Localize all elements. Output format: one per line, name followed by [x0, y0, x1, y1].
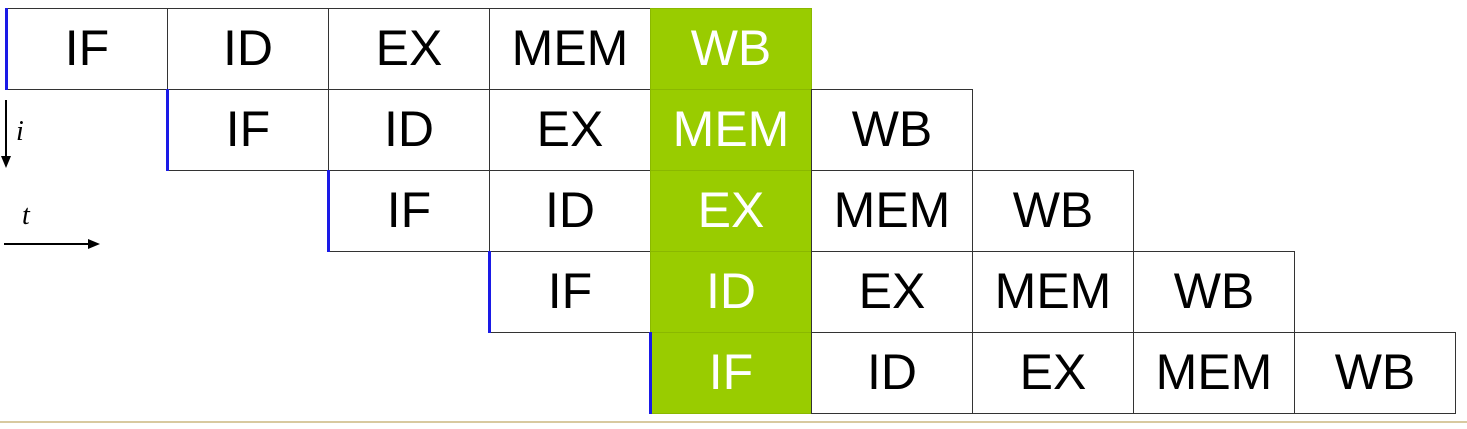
- stage-cell-id: ID: [811, 332, 973, 414]
- stage-cell-wb: WB: [1294, 332, 1456, 414]
- stage-cell-mem: MEM: [650, 89, 812, 171]
- stage-cell-ex: EX: [328, 8, 490, 90]
- stage-cell-ex: EX: [489, 89, 651, 171]
- stage-cell-if: IF: [489, 251, 651, 333]
- stage-cell-wb: WB: [1133, 251, 1295, 333]
- stage-cell-if: IF: [650, 332, 812, 414]
- instruction-start-marker: [327, 170, 330, 252]
- stage-cell-mem: MEM: [1133, 332, 1295, 414]
- stage-cell-wb: WB: [650, 8, 812, 90]
- bottom-divider: [0, 421, 1467, 423]
- instruction-start-marker: [649, 332, 652, 414]
- stage-cell-id: ID: [167, 8, 329, 90]
- instruction-start-marker: [488, 251, 491, 333]
- stage-cell-mem: MEM: [972, 251, 1134, 333]
- stage-cell-if: IF: [167, 89, 329, 171]
- stage-cell-id: ID: [489, 170, 651, 252]
- stage-cell-mem: MEM: [489, 8, 651, 90]
- stage-cell-ex: EX: [650, 170, 812, 252]
- stage-cell-ex: EX: [811, 251, 973, 333]
- stage-cell-id: ID: [328, 89, 490, 171]
- pipeline-diagram: i t IF ID EX MEM WB IF ID EX MEM WB IF ID EX MEM WB IF I…: [0, 0, 1467, 429]
- instruction-start-marker: [166, 89, 169, 171]
- stage-cell-if: IF: [328, 170, 490, 252]
- time-axis-arrowhead: [88, 239, 100, 249]
- instruction-start-marker: [5, 8, 8, 90]
- stage-cell-wb: WB: [811, 89, 973, 171]
- stage-cell-id: ID: [650, 251, 812, 333]
- stage-cell-mem: MEM: [811, 170, 973, 252]
- instruction-axis-arrowhead: [1, 156, 11, 168]
- time-axis-label: t: [22, 200, 30, 231]
- instruction-axis-label: i: [16, 116, 24, 147]
- stage-cell-if: IF: [6, 8, 168, 90]
- stage-cell-ex: EX: [972, 332, 1134, 414]
- stage-cell-wb: WB: [972, 170, 1134, 252]
